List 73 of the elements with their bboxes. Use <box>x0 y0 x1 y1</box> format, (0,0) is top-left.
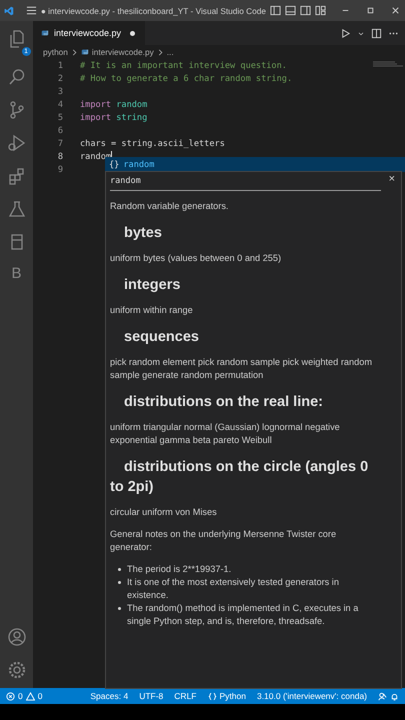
chevron-right-icon <box>156 48 164 56</box>
doc-paragraph: Random variable generators. <box>110 200 230 213</box>
warning-count[interactable]: 0 <box>38 691 42 701</box>
feedback-icon[interactable] <box>378 692 387 700</box>
breadcrumb-item[interactable]: interviewcode.py <box>92 47 154 57</box>
bullet-icon <box>118 581 121 584</box>
code-line: import string <box>80 112 148 122</box>
line-number: 8 <box>56 152 64 162</box>
bell-icon[interactable] <box>390 692 399 700</box>
account-icon[interactable] <box>6 627 26 647</box>
run-debug-icon[interactable] <box>6 133 26 153</box>
doc-paragraph: uniform bytes (values between 0 and 255) <box>110 252 282 265</box>
braces-icon <box>208 692 216 700</box>
status-item[interactable]: UTF-8 <box>139 691 164 701</box>
doc-list-item: It is one of the most extensively tested generators in existence. <box>127 576 340 602</box>
bullet-icon <box>118 607 121 610</box>
code-line: chars = string.ascii_letters <box>80 138 225 148</box>
split-layout-icon[interactable] <box>300 5 311 16</box>
doc-heading: distributions on the real line: <box>123 393 324 412</box>
error-count[interactable]: 0 <box>18 691 23 701</box>
doc-heading: bytes <box>123 224 163 243</box>
flask-icon[interactable] <box>6 199 26 219</box>
python-file-icon <box>41 29 49 37</box>
doc-paragraph: pick random element pick random sample pick weighted random sample generate random permutation <box>110 356 372 382</box>
close-button[interactable]: × <box>386 172 397 186</box>
search-icon[interactable] <box>6 67 26 87</box>
panel-layout-icon[interactable] <box>285 5 296 16</box>
line-number: 3 <box>56 86 64 96</box>
editor-tab[interactable]: interviewcode.py <box>33 21 146 45</box>
code-line: import random <box>80 100 148 110</box>
python-file-icon <box>80 48 89 56</box>
minimap <box>373 61 403 67</box>
extensions-icon[interactable] <box>6 166 26 186</box>
line-number: 2 <box>56 74 64 84</box>
extension-letter-icon[interactable]: B <box>11 265 22 282</box>
doc-heading: distributions on the circle (angles 0 to 2pi) <box>110 458 370 497</box>
doc-paragraph: General notes on the underlying Mersenne Twister core generator: <box>110 528 338 554</box>
status-item[interactable]: Spaces: 4 <box>90 691 128 701</box>
window-title: ● interviewcode.py - thesiliconboard_YT - Visual Studio Code <box>40 6 266 16</box>
restore-icon[interactable] <box>365 5 376 16</box>
suggestion-item[interactable]: {} random <box>105 157 405 172</box>
line-number: 7 <box>56 138 64 148</box>
doc-heading: sequences <box>123 328 200 347</box>
doc-title: random <box>110 176 141 186</box>
line-number: 6 <box>56 126 64 136</box>
doc-heading: integers <box>123 276 182 295</box>
chevron-right-icon <box>70 48 78 56</box>
settings-icon[interactable] <box>6 660 26 680</box>
doc-list-item: The random() method is implemented in C, executes in a single Python step, and is, therefore, threadsafe. <box>127 602 360 628</box>
close-icon[interactable] <box>390 5 401 16</box>
warning-icon <box>26 692 35 700</box>
run-icon[interactable] <box>340 28 351 38</box>
split-editor-icon[interactable] <box>371 28 382 38</box>
grid-layout-icon[interactable] <box>315 5 326 16</box>
doc-paragraph: circular uniform von Mises <box>110 506 218 519</box>
menu-icon[interactable] <box>26 5 37 16</box>
line-number: 1 <box>56 60 64 70</box>
line-number: 5 <box>56 112 64 122</box>
code-line: # It is an important interview question. <box>80 60 287 70</box>
language-mode[interactable]: Python <box>220 691 246 701</box>
line-number: 9 <box>56 164 64 174</box>
bullet-icon <box>118 568 121 571</box>
error-icon <box>6 692 15 700</box>
doc-paragraph: uniform within range <box>110 304 194 317</box>
code-line: # How to generate a 6 char random string. <box>80 74 292 84</box>
doc-paragraph: uniform triangular normal (Gaussian) lognormal negative exponential gamma beta pareto Weibull <box>110 421 341 447</box>
sidebar-layout-icon[interactable] <box>270 5 281 16</box>
doc-list-item: The period is 2**19937-1. <box>127 563 232 576</box>
breadcrumb-item[interactable]: python <box>43 47 68 57</box>
line-number: 4 <box>56 100 64 110</box>
breadcrumb-item[interactable]: ... <box>166 47 174 57</box>
status-item[interactable]: CRLF <box>174 691 196 701</box>
interpreter-status[interactable]: 3.10.0 ('interviewenv': conda) <box>256 691 367 701</box>
